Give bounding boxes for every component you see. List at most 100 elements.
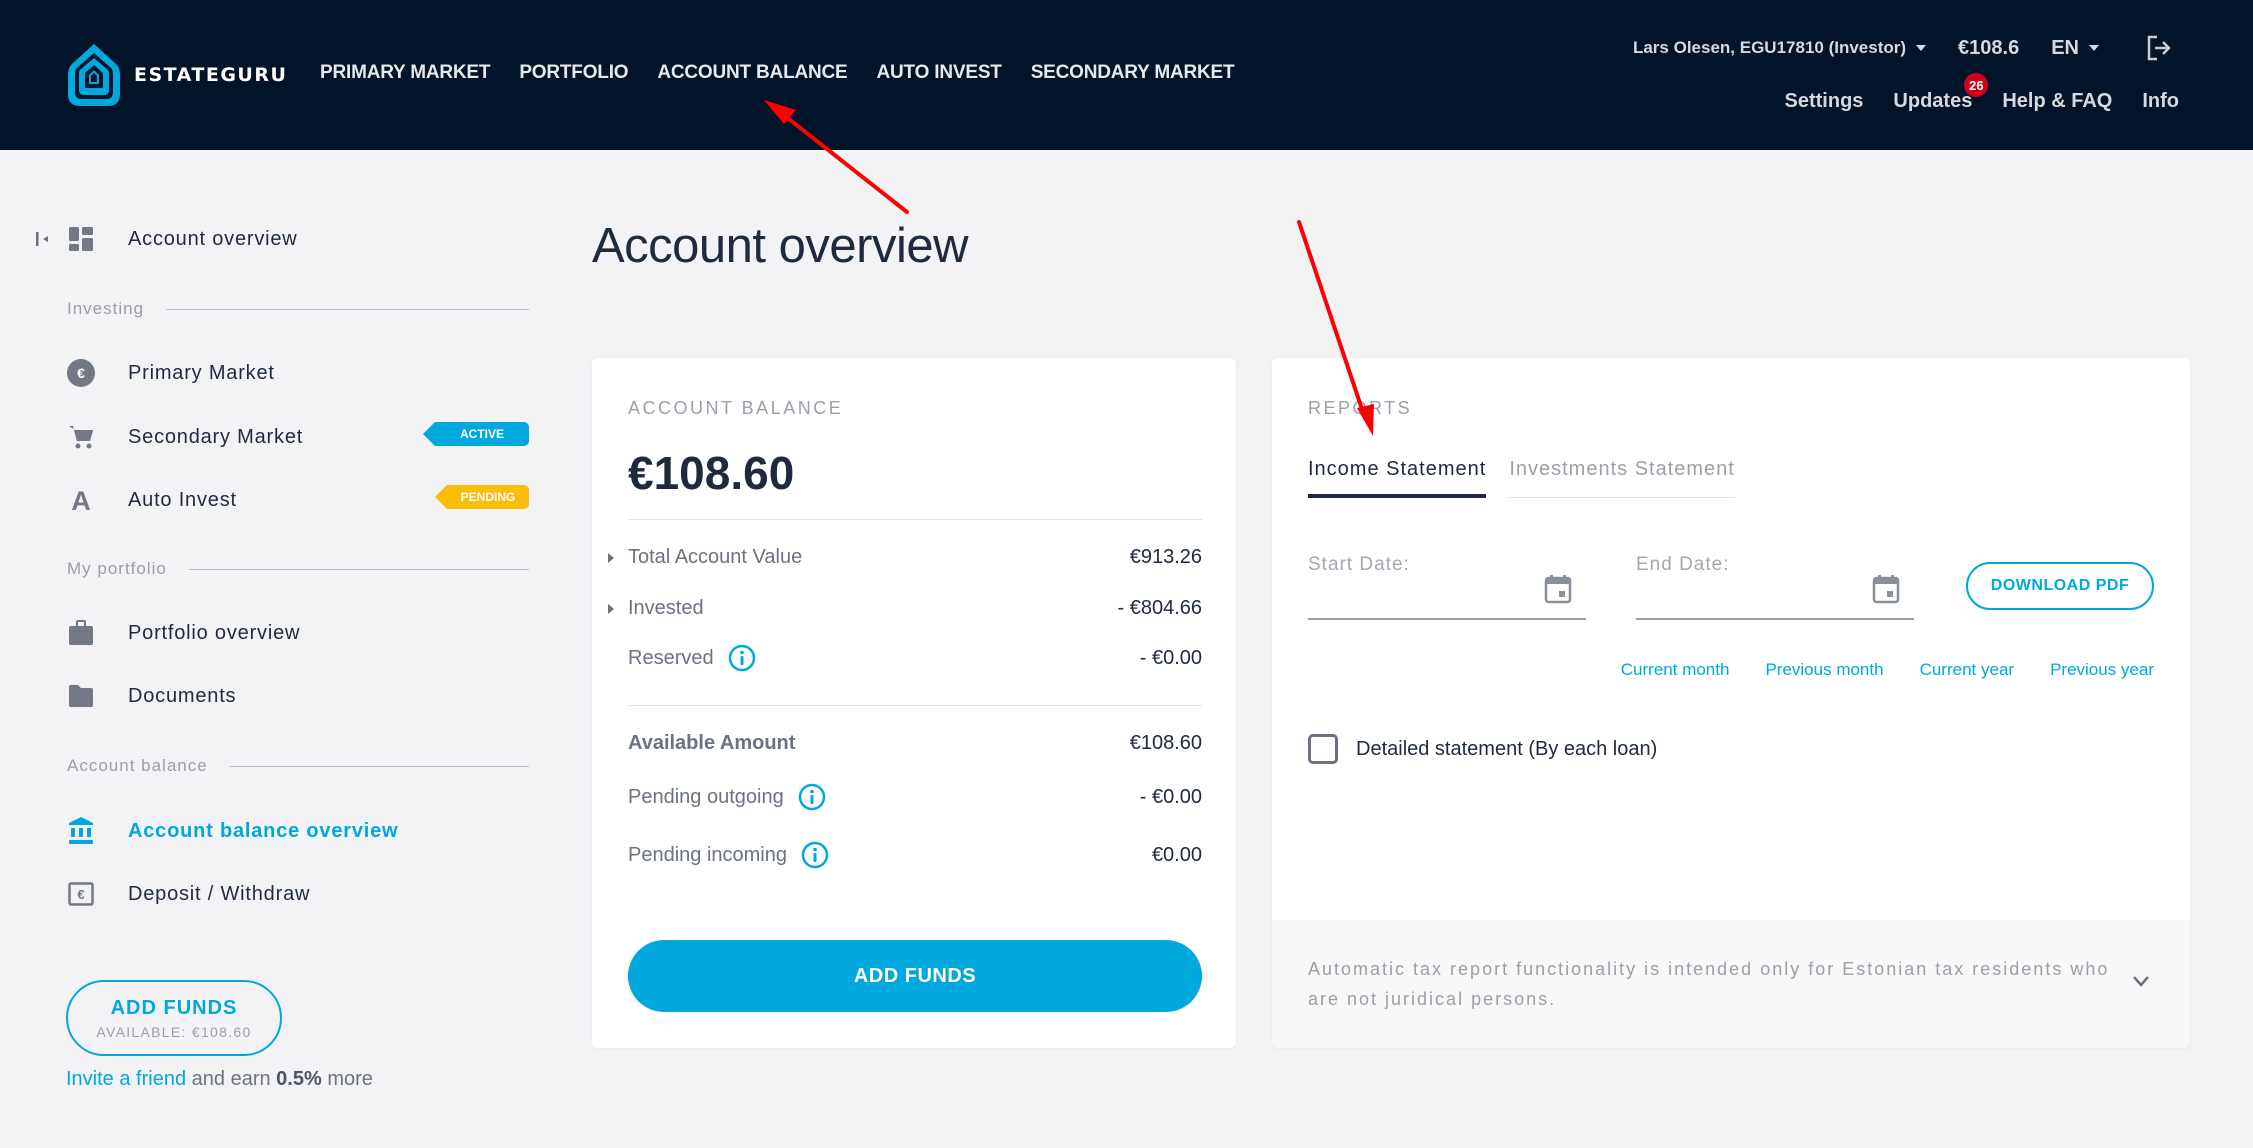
sidebar-item-account-balance-overview[interactable]: Account balance overview — [66, 816, 398, 846]
sidebar-item-label: Deposit / Withdraw — [128, 882, 311, 905]
folder-icon — [66, 681, 96, 711]
sidebar-item-primary-market[interactable]: € Primary Market — [66, 358, 275, 388]
tax-note-text: Automatic tax report functionality is in… — [1308, 959, 2110, 1009]
end-date-field[interactable]: End Date: — [1636, 554, 1914, 620]
expand-caret-icon[interactable] — [608, 603, 614, 614]
euro-circle-icon: € — [66, 358, 96, 388]
range-previous-year[interactable]: Previous year — [2050, 660, 2154, 680]
divider — [188, 568, 529, 570]
balance-row-pending-outgoing: Pending outgoing - €0.00 — [628, 783, 1202, 811]
updates-count-badge: 26 — [1964, 73, 1989, 97]
tab-income-statement[interactable]: Income Statement — [1308, 458, 1487, 498]
sidebar-item-auto-invest[interactable]: A Auto Invest — [66, 485, 237, 515]
start-date-placeholder: Start Date: — [1308, 554, 1410, 575]
nav-settings[interactable]: Settings — [1785, 90, 1864, 113]
nav-secondary-market[interactable]: SECONDARY MARKET — [1031, 62, 1235, 84]
reports-card: REPORTS Income Statement Investments Sta… — [1272, 358, 2190, 1048]
logout-icon[interactable] — [2145, 34, 2173, 62]
range-current-year[interactable]: Current year — [1920, 660, 2014, 680]
row-value: - €804.66 — [1117, 597, 1202, 619]
nav-portfolio[interactable]: PORTFOLIO — [519, 62, 628, 84]
sidebar-item-documents[interactable]: Documents — [66, 681, 236, 711]
cart-icon — [66, 422, 96, 452]
status-tag-active: ACTIVE — [423, 422, 529, 446]
expand-caret-icon[interactable] — [608, 552, 614, 563]
nav-info[interactable]: Info — [2142, 90, 2179, 113]
report-tabs: Income Statement Investments Statement — [1308, 458, 1735, 498]
calendar-icon[interactable] — [1544, 574, 1572, 604]
sidebar-add-funds-button[interactable]: ADD FUNDS AVAILABLE: €108.60 — [66, 980, 282, 1056]
balance-row-pending-incoming: Pending incoming €0.00 — [628, 841, 1202, 869]
end-date-placeholder: End Date: — [1636, 554, 1730, 575]
download-pdf-button[interactable]: DOWNLOAD PDF — [1966, 562, 2154, 610]
caret-down-icon — [1916, 45, 1927, 51]
range-previous-month[interactable]: Previous month — [1765, 660, 1883, 680]
nav-help-faq[interactable]: Help & FAQ — [2002, 90, 2112, 113]
balance-row-total-account-value[interactable]: Total Account Value €913.26 — [608, 546, 1202, 569]
divider — [628, 519, 1202, 520]
sidebar-item-account-overview[interactable]: Account overview — [66, 224, 298, 254]
row-value: €913.26 — [1129, 546, 1202, 568]
bank-icon — [66, 816, 96, 846]
row-value: - €0.00 — [1139, 646, 1202, 669]
caret-down-icon — [2089, 45, 2099, 51]
estateguru-house-logo-icon — [68, 44, 120, 106]
letter-a-icon: A — [66, 485, 96, 515]
svg-text:€: € — [77, 365, 85, 381]
nav-auto-invest[interactable]: AUTO INVEST — [877, 62, 1002, 84]
language-label: EN — [2051, 36, 2079, 59]
language-dropdown[interactable]: EN — [2051, 37, 2099, 60]
account-balance-card: ACCOUNT BALANCE €108.60 Total Account Va… — [592, 358, 1236, 1048]
sidebar-item-portfolio-overview[interactable]: Portfolio overview — [66, 618, 300, 648]
row-label: Reserved — [628, 646, 714, 669]
collapse-sidebar-icon[interactable] — [34, 229, 54, 249]
tab-investments-statement[interactable]: Investments Statement — [1509, 458, 1735, 498]
section-label: My portfolio — [67, 559, 167, 578]
balance-row-invested[interactable]: Invested - €804.66 — [608, 597, 1202, 620]
invite-text-2: more — [327, 1068, 373, 1090]
invite-text-1: and earn — [191, 1068, 271, 1090]
row-value: - €0.00 — [1139, 785, 1202, 808]
calendar-icon[interactable] — [1872, 574, 1900, 604]
euro-note-icon: € — [66, 879, 96, 909]
start-date-field[interactable]: Start Date: — [1308, 554, 1586, 620]
row-value: €108.60 — [1129, 732, 1202, 754]
detailed-statement-option[interactable]: Detailed statement (By each loan) — [1308, 734, 1657, 764]
quick-date-ranges: Current month Previous month Current yea… — [1621, 660, 2154, 680]
user-dropdown[interactable]: Lars Olesen, EGU17810 (Investor) — [1633, 38, 1927, 58]
secondary-nav: Settings Updates 26 Help & FAQ Info — [1785, 73, 2179, 113]
section-account-balance: Account balance — [67, 756, 529, 776]
invite-text: Invite a friend and earn 0.5% more — [66, 1068, 373, 1091]
nav-updates[interactable]: Updates 26 — [1893, 73, 1989, 113]
sidebar-item-label: Account balance overview — [128, 819, 399, 842]
info-icon[interactable] — [798, 783, 826, 811]
invite-friend-link[interactable]: Invite a friend — [66, 1068, 186, 1090]
briefcase-icon — [66, 618, 96, 648]
top-navbar: ESTATEGURU PRIMARY MARKET PORTFOLIO ACCO… — [0, 0, 2253, 150]
sidebar-item-secondary-market[interactable]: Secondary Market — [66, 422, 303, 452]
nav-primary-market[interactable]: PRIMARY MARKET — [320, 62, 491, 84]
add-funds-button[interactable]: ADD FUNDS — [628, 940, 1202, 1012]
detailed-statement-checkbox[interactable] — [1308, 734, 1338, 764]
svg-text:€: € — [77, 887, 84, 902]
info-icon[interactable] — [728, 644, 756, 672]
tax-report-notice[interactable]: Automatic tax report functionality is in… — [1272, 920, 2190, 1048]
sidebar-item-label: Auto Invest — [128, 488, 237, 511]
balance-row-reserved: Reserved - €0.00 — [628, 644, 1202, 672]
brand-logo[interactable]: ESTATEGURU — [66, 42, 287, 108]
user-bar: Lars Olesen, EGU17810 (Investor) €108.6 … — [1633, 34, 2173, 62]
row-label: Available Amount — [628, 732, 796, 754]
available-amount: AVAILABLE: €108.60 — [96, 1023, 252, 1040]
card-title: REPORTS — [1308, 398, 1413, 418]
add-funds-label: ADD FUNDS — [110, 996, 238, 1019]
sidebar-item-label: Portfolio overview — [128, 621, 301, 644]
divider — [229, 765, 529, 767]
info-icon[interactable] — [801, 841, 829, 869]
range-current-month[interactable]: Current month — [1621, 660, 1730, 680]
section-my-portfolio: My portfolio — [67, 559, 529, 579]
nav-account-balance[interactable]: ACCOUNT BALANCE — [657, 62, 847, 84]
header-balance: €108.6 — [1958, 36, 2020, 59]
sidebar-item-deposit-withdraw[interactable]: € Deposit / Withdraw — [66, 879, 310, 909]
status-tag-pending: PENDING — [435, 485, 529, 509]
chevron-down-icon[interactable] — [2130, 970, 2152, 992]
